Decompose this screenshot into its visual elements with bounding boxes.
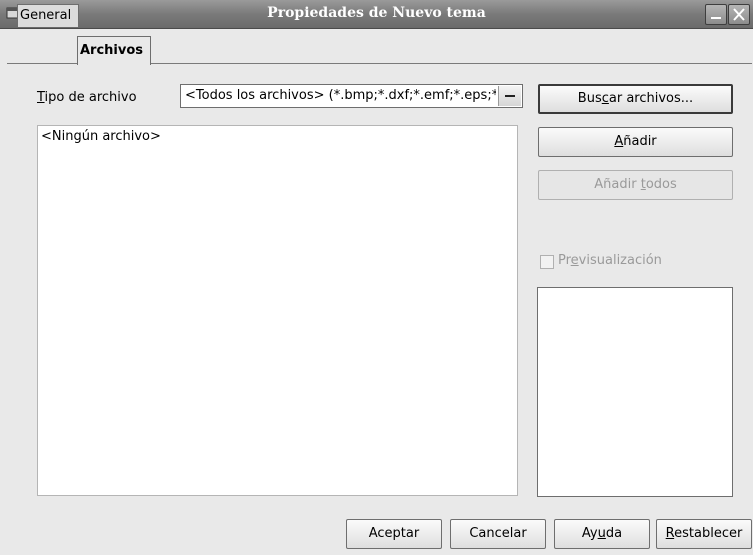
file-list[interactable]: <Ningún archivo> [37,125,518,496]
tab-archivos[interactable]: Archivos [77,36,151,65]
minimize-icon [711,17,721,19]
help-button[interactable]: Ayuda [554,519,650,549]
reset-button[interactable]: Restablecer [656,519,752,549]
preview-pane [537,287,733,497]
add-button[interactable]: Añadir [538,127,733,157]
close-button[interactable] [728,4,750,25]
preview-checkbox[interactable] [540,255,554,269]
ok-button[interactable]: Aceptar [346,519,442,549]
file-type-label: Tipo de archivo [37,90,137,105]
file-type-select[interactable]: <Todos los archivos> (*.bmp;*.dxf;*.emf;… [180,84,523,108]
tab-general[interactable]: General [17,4,79,27]
close-icon [733,8,745,21]
chevron-down-icon[interactable] [498,86,521,106]
cancel-button[interactable]: Cancelar [450,519,546,549]
search-files-button[interactable]: Buscar archivos... [538,84,733,114]
title-bar: Propiedades de Nuevo tema [0,0,753,29]
file-type-value: <Todos los archivos> (*.bmp;*.dxf;*.emf;… [185,88,496,103]
window-title: Propiedades de Nuevo tema [267,5,486,21]
minimize-button[interactable] [705,4,727,25]
preview-label: Previsualización [558,253,662,268]
add-all-button[interactable]: Añadir todos [538,170,733,200]
file-list-empty-text: <Ningún archivo> [41,129,161,144]
